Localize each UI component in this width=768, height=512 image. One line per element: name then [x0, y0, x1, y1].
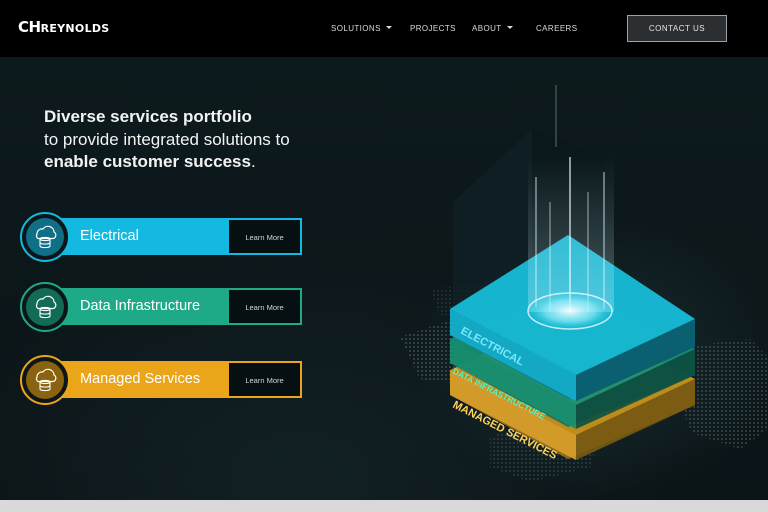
service-label-data-infrastructure: Data Infrastructure — [80, 298, 201, 314]
learn-more-button[interactable]: Learn More — [228, 362, 301, 397]
contact-us-button[interactable]: CONTACT US — [627, 15, 727, 42]
chevron-down-icon — [506, 26, 513, 29]
cloud-database-icon — [35, 225, 57, 249]
headline-line-3: enable customer success — [44, 152, 251, 171]
cloud-database-icon — [35, 368, 57, 392]
top-navigation-bar: CHReynolds SOLUTIONS PROJECTS ABOUT CARE… — [0, 0, 768, 57]
learn-more-button[interactable]: Learn More — [228, 219, 301, 254]
service-electrical[interactable]: Electrical Learn More — [20, 212, 302, 262]
layered-services-illustration: MANAGED SERVICES DATA INFRASTRUCTURE ELE… — [400, 85, 768, 482]
cloud-database-icon — [35, 295, 57, 319]
nav-solutions[interactable]: SOLUTIONS — [331, 22, 392, 36]
learn-more-button[interactable]: Learn More — [228, 289, 301, 324]
nav-projects[interactable]: PROJECTS — [410, 22, 456, 36]
service-label-electrical: Electrical — [80, 228, 139, 244]
nav-careers[interactable]: CAREERS — [536, 22, 577, 36]
hero-headline: Diverse services portfolio to provide in… — [44, 106, 344, 174]
service-data-infrastructure[interactable]: Data Infrastructure Learn More — [20, 282, 302, 332]
headline-line-2: to provide integrated solutions to — [44, 129, 290, 149]
service-managed-services[interactable]: Managed Services Learn More — [20, 355, 302, 405]
service-icon-circle — [20, 212, 70, 262]
bottom-strip — [0, 500, 768, 512]
nav-about[interactable]: ABOUT — [472, 22, 513, 36]
service-icon-circle — [20, 282, 70, 332]
headline-line-1: Diverse services portfolio — [44, 107, 252, 126]
service-icon-circle — [20, 355, 70, 405]
chevron-down-icon — [385, 26, 392, 29]
ch-reynolds-logo[interactable]: CHReynolds — [18, 17, 110, 39]
service-label-managed-services: Managed Services — [80, 371, 201, 387]
